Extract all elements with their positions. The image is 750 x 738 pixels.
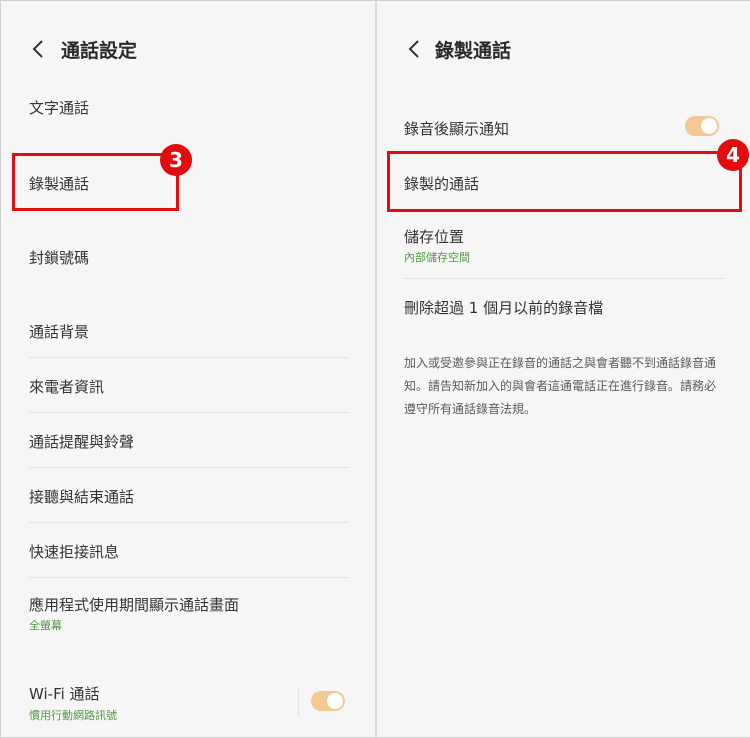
menu-item-call-background[interactable]: 通話背景 xyxy=(1,321,375,343)
menu-item-label: 文字通話 xyxy=(29,99,90,117)
toggle-separator xyxy=(298,687,299,717)
call-settings-screen: 通話設定 文字通話 錄製通話 封鎖號碼 通話背景 來電者資訊 通話提醒與鈴聲 接… xyxy=(1,1,375,737)
header: 通話設定 xyxy=(1,23,375,75)
divider xyxy=(29,467,349,468)
chevron-left-icon xyxy=(408,40,419,58)
menu-item-label: Wi-Fi 通話 xyxy=(29,685,100,703)
setting-storage-location[interactable]: 儲存位置 內部儲存空間 xyxy=(377,226,750,268)
menu-item-label: 快速拒接訊息 xyxy=(29,543,120,561)
screenshot-frame: 通話設定 文字通話 錄製通話 封鎖號碼 通話背景 來電者資訊 通話提醒與鈴聲 接… xyxy=(0,0,750,738)
setting-label: 錄音後顯示通知 xyxy=(404,120,510,138)
menu-item-call-display-while-using-apps[interactable]: 應用程式使用期間顯示通話畫面 全螢幕 xyxy=(1,594,375,636)
menu-item-alerts-ringtones[interactable]: 通話提醒與鈴聲 xyxy=(1,431,375,453)
divider xyxy=(29,357,349,358)
setting-label: 儲存位置 xyxy=(404,228,465,246)
divider xyxy=(29,577,349,578)
back-button[interactable] xyxy=(405,37,427,61)
wifi-calling-toggle[interactable] xyxy=(311,691,345,711)
menu-item-label: 來電者資訊 xyxy=(29,378,105,396)
toggle-knob xyxy=(327,693,343,709)
menu-item-summary: 慣用行動網路訊號 xyxy=(29,709,117,722)
setting-delete-old-recordings[interactable]: 刪除超過 1 個月以前的錄音檔 xyxy=(377,297,750,319)
step-badge-4: 4 xyxy=(717,139,749,171)
back-button[interactable] xyxy=(29,37,51,61)
menu-item-text-call[interactable]: 文字通話 xyxy=(1,97,375,119)
toggle-knob xyxy=(701,118,717,134)
menu-item-label: 通話提醒與鈴聲 xyxy=(29,433,135,451)
show-notification-toggle[interactable] xyxy=(685,116,719,136)
menu-item-caller-id[interactable]: 來電者資訊 xyxy=(1,376,375,398)
menu-item-quick-decline-messages[interactable]: 快速拒接訊息 xyxy=(1,541,375,563)
menu-item-label: 通話背景 xyxy=(29,323,90,341)
divider xyxy=(29,522,349,523)
highlight-box-record-calls xyxy=(12,153,179,211)
highlight-box-recorded-calls xyxy=(387,151,742,212)
recording-notice-text: 加入或受邀參與正在錄音的通話之與會者聽不到通話錄音通知。請告知新加入的與會者這通… xyxy=(404,356,717,416)
header: 錄製通話 xyxy=(377,23,750,75)
setting-label: 刪除超過 1 個月以前的錄音檔 xyxy=(404,299,604,317)
menu-item-label: 封鎖號碼 xyxy=(29,249,90,267)
record-calls-screen: 錄製通話 錄音後顯示通知 錄製的通話 儲存位置 內部儲存空間 刪除超過 1 個月… xyxy=(377,1,750,737)
chevron-left-icon xyxy=(32,40,43,58)
divider xyxy=(404,278,724,279)
menu-item-label: 應用程式使用期間顯示通話畫面 xyxy=(29,596,240,614)
menu-item-label: 接聽與結束通話 xyxy=(29,488,135,506)
step-badge-3: 3 xyxy=(160,144,192,176)
page-title: 錄製通話 xyxy=(435,40,512,62)
setting-summary: 內部儲存空間 xyxy=(404,251,470,264)
divider xyxy=(29,412,349,413)
menu-item-answer-end-calls[interactable]: 接聽與結束通話 xyxy=(1,486,375,508)
menu-item-block-numbers[interactable]: 封鎖號碼 xyxy=(1,247,375,269)
page-title: 通話設定 xyxy=(61,40,138,62)
menu-item-summary: 全螢幕 xyxy=(29,619,62,632)
